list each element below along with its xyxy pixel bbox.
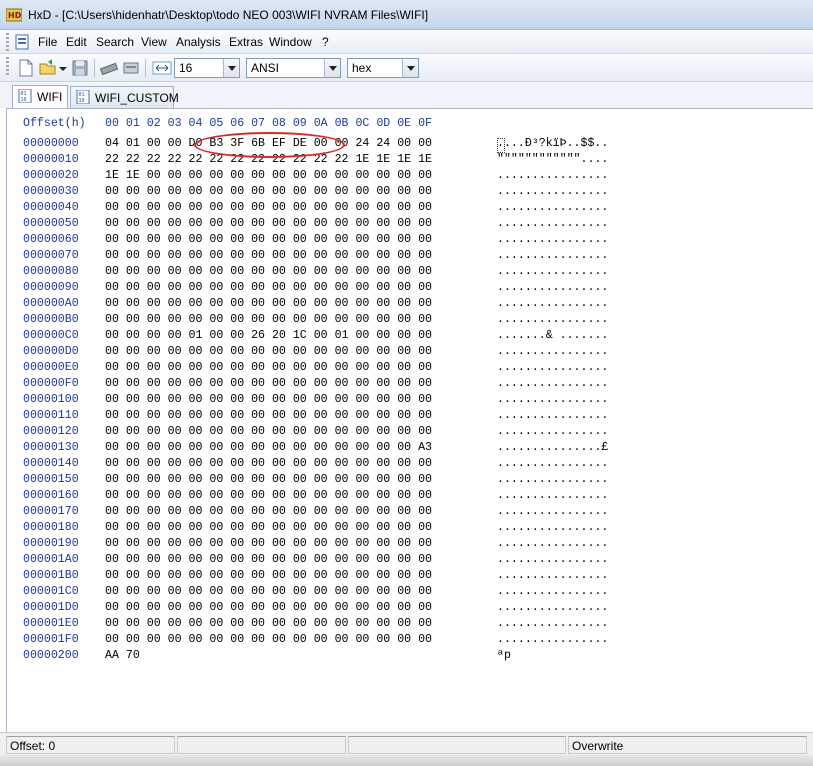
highlight-ellipse <box>194 132 345 158</box>
hex-editor[interactable]: Offset(h) 00 01 02 03 04 05 06 07 08 09 … <box>6 108 813 732</box>
menu-bar: File Edit Search View Analysis Extras Wi… <box>0 30 813 54</box>
open-dropdown-icon[interactable] <box>58 58 68 78</box>
hex-document-icon: 01 10 <box>76 90 90 104</box>
window-title: HxD - [C:\Users\hidenhatr\Desktop\todo N… <box>28 8 429 22</box>
toolbar-separator <box>145 59 146 77</box>
hex-data-pane[interactable]: 04 01 00 00 D0 B3 3F 6B EF DE 00 00 24 2… <box>105 136 432 664</box>
offset-header: Offset(h) <box>23 117 86 130</box>
toolbar-grip[interactable] <box>6 57 9 75</box>
menu-extras[interactable]: Extras <box>229 35 263 49</box>
chevron-down-icon[interactable] <box>402 59 418 77</box>
tab-wifi-custom[interactable]: 01 10 WIFI_CUSTOM <box>70 86 179 108</box>
menu-edit[interactable]: Edit <box>66 35 87 49</box>
bytes-per-row-icon <box>152 61 172 75</box>
menu-window[interactable]: Window <box>269 35 312 49</box>
status-mode[interactable]: Overwrite <box>568 736 807 754</box>
window-bottom-edge <box>0 755 813 766</box>
status-mode-text: Overwrite <box>572 739 624 753</box>
bytes-per-row-value: 16 <box>179 61 193 75</box>
tab-label: WIFI <box>37 90 63 104</box>
svg-text:HD: HD <box>8 11 22 20</box>
open-folder-icon[interactable] <box>38 58 58 78</box>
disk-editor-icon[interactable] <box>121 58 141 78</box>
hxd-app-icon: HD <box>6 8 22 22</box>
status-cell-empty <box>177 736 346 754</box>
menu-grip[interactable] <box>6 33 9 51</box>
menu-view[interactable]: View <box>141 35 167 49</box>
menu-help[interactable]: ? <box>322 35 329 49</box>
toolbar: 16 ANSI hex <box>0 54 813 82</box>
menu-file[interactable]: File <box>38 35 57 49</box>
chevron-down-icon[interactable] <box>324 59 340 77</box>
title-bar: HD HxD - [C:\Users\hidenhatr\Desktop\tod… <box>0 0 813 30</box>
text-caret <box>497 138 505 153</box>
new-file-icon[interactable] <box>16 58 36 78</box>
offset-base-value: hex <box>352 61 372 75</box>
status-offset-text: Offset: 0 <box>10 739 56 753</box>
charset-select[interactable]: ANSI <box>246 58 341 78</box>
charset-value: ANSI <box>251 61 280 75</box>
menu-search[interactable]: Search <box>96 35 134 49</box>
text-data-pane[interactable]: ....Ð³?kïÞ..$$.. """""""""""".... ......… <box>497 136 608 664</box>
save-icon[interactable] <box>70 58 90 78</box>
tab-wifi[interactable]: 01 10 WIFI <box>12 85 68 108</box>
ram-editor-icon[interactable] <box>99 58 119 78</box>
tab-label: WIFI_CUSTOM <box>95 91 179 105</box>
document-icon[interactable] <box>14 34 30 50</box>
offset-column: 00000000 00000010 00000020 00000030 0000… <box>23 137 79 662</box>
svg-text:10: 10 <box>79 98 85 104</box>
offset-base-select[interactable]: hex <box>347 58 419 78</box>
chevron-down-icon[interactable] <box>223 59 239 77</box>
menu-analysis[interactable]: Analysis <box>176 35 221 49</box>
hex-document-icon: 01 10 <box>18 89 32 103</box>
svg-text:10: 10 <box>21 97 27 103</box>
tab-bar: 01 10 WIFI 01 10 WIFI_CUSTOM <box>0 82 813 108</box>
toolbar-separator <box>94 59 95 77</box>
status-offset: Offset: 0 <box>6 736 175 754</box>
status-cell-empty <box>348 736 566 754</box>
bytes-per-row-select[interactable]: 16 <box>174 58 240 78</box>
column-header: 00 01 02 03 04 05 06 07 08 09 0A 0B 0C 0… <box>105 117 432 130</box>
